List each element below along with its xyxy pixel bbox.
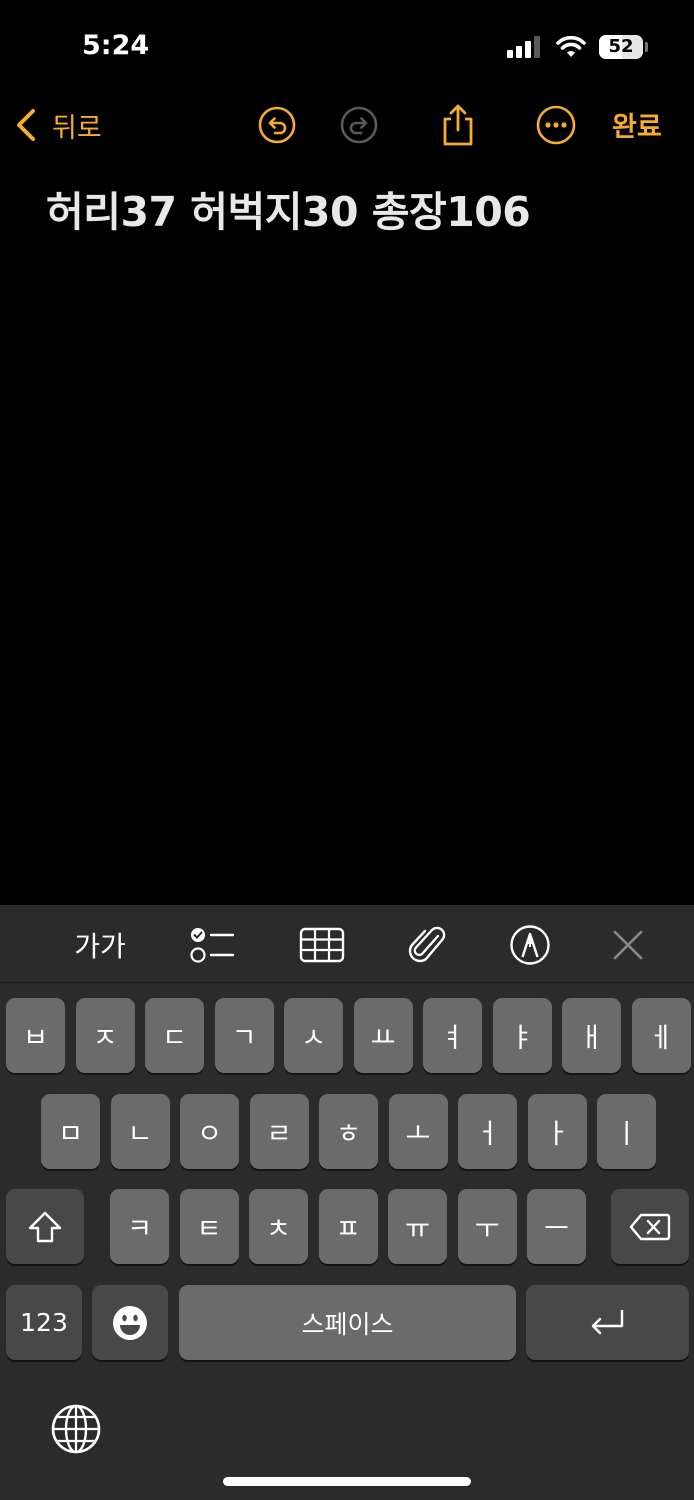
globe-icon[interactable] [50, 1403, 102, 1455]
cellular-signal-icon [507, 36, 541, 58]
key-row1-10[interactable]: ㅔ [631, 998, 691, 1073]
status-time: 5:24 [82, 30, 150, 61]
more-button[interactable] [534, 100, 578, 150]
key-row2-4[interactable]: ㄹ [249, 1094, 309, 1169]
key-row2-8[interactable]: ㅏ [527, 1094, 587, 1169]
back-label: 뒤로 [52, 112, 102, 144]
table-button[interactable] [294, 921, 350, 969]
more-icon [536, 105, 576, 145]
battery-nub [645, 42, 648, 52]
home-indicator[interactable] [223, 1477, 471, 1486]
key-row3-4[interactable]: ㅍ [318, 1189, 378, 1264]
note-body-text[interactable]: 허리37 허벅지30 총장106 [46, 178, 666, 238]
redo-icon [340, 106, 378, 144]
key-row2-3[interactable]: ㅇ [180, 1094, 239, 1169]
emoji-key[interactable] [92, 1285, 168, 1360]
back-button[interactable]: 뒤로 [14, 103, 102, 147]
markup-pen-icon [510, 925, 550, 965]
key-row2-7[interactable]: ㅓ [458, 1094, 517, 1169]
key-row3-5[interactable]: ㅠ [388, 1189, 447, 1264]
key-row3-7[interactable]: ㅡ [527, 1189, 586, 1264]
keyboard-toolbar: 가가 [0, 905, 694, 983]
undo-icon [258, 106, 296, 144]
key-row2-6[interactable]: ㅗ [388, 1094, 448, 1169]
key-row2-9[interactable]: ㅣ [597, 1094, 656, 1169]
numbers-key[interactable]: 123 [6, 1285, 82, 1360]
table-icon [299, 927, 345, 963]
text-format-button[interactable]: 가가 [70, 921, 130, 969]
space-key[interactable]: 스페이스 [179, 1285, 516, 1360]
key-row2-5[interactable]: ㅎ [319, 1094, 378, 1169]
key-row3-2[interactable]: ㅌ [179, 1189, 239, 1264]
checklist-button[interactable] [184, 921, 240, 969]
return-icon [591, 1309, 623, 1334]
key-row1-7[interactable]: ㅕ [423, 998, 482, 1073]
key-row2-1[interactable]: ㅁ [41, 1094, 100, 1169]
shift-icon [28, 1211, 62, 1242]
key-row1-5[interactable]: ㅅ [284, 998, 343, 1073]
checklist-icon [190, 928, 235, 963]
key-row1-2[interactable]: ㅈ [75, 998, 135, 1073]
markup-button[interactable] [502, 921, 558, 969]
backspace-icon [629, 1213, 671, 1240]
undo-button[interactable] [255, 100, 299, 150]
key-row1-9[interactable]: ㅐ [562, 998, 621, 1073]
battery-percent: 52 [608, 36, 634, 57]
share-button[interactable] [436, 100, 480, 150]
text-format-label: 가가 [74, 930, 126, 963]
return-key[interactable] [526, 1285, 689, 1360]
share-icon [443, 104, 473, 146]
done-button[interactable]: 완료 [612, 105, 662, 144]
note-nav-bar: 뒤로 완료 [0, 95, 694, 155]
key-row1-6[interactable]: ㅛ [353, 998, 413, 1073]
wifi-icon [556, 35, 586, 57]
key-row3-1[interactable]: ㅋ [110, 1189, 169, 1264]
battery-icon: 52 [599, 35, 643, 59]
keyboard: 가가 ㅂ ㅈ ㄷ ㄱ ㅅ ㅛ ㅕ ㅑ ㅐ ㅔ ㅁ ㄴ ㅇ ㄹ ㅎ ㅗ ㅓ ㅏ ㅣ… [0, 905, 694, 1500]
key-row1-4[interactable]: ㄱ [214, 998, 274, 1073]
key-row2-2[interactable]: ㄴ [110, 1094, 170, 1169]
paperclip-icon [408, 926, 446, 963]
key-row1-8[interactable]: ㅑ [492, 998, 552, 1073]
key-row3-6[interactable]: ㅜ [457, 1189, 517, 1264]
chevron-left-icon [17, 109, 35, 141]
emoji-icon [113, 1305, 147, 1340]
shift-key[interactable] [6, 1189, 84, 1264]
status-bar: 5:24 52 [0, 0, 694, 90]
redo-button[interactable] [337, 100, 381, 150]
attachment-button[interactable] [400, 921, 456, 969]
key-row1-3[interactable]: ㄷ [145, 998, 204, 1073]
delete-key[interactable] [611, 1189, 689, 1264]
key-row1-1[interactable]: ㅂ [6, 998, 65, 1073]
close-icon [613, 930, 643, 960]
key-row3-3[interactable]: ㅊ [249, 1189, 308, 1264]
close-keyboard-button[interactable] [600, 921, 656, 969]
